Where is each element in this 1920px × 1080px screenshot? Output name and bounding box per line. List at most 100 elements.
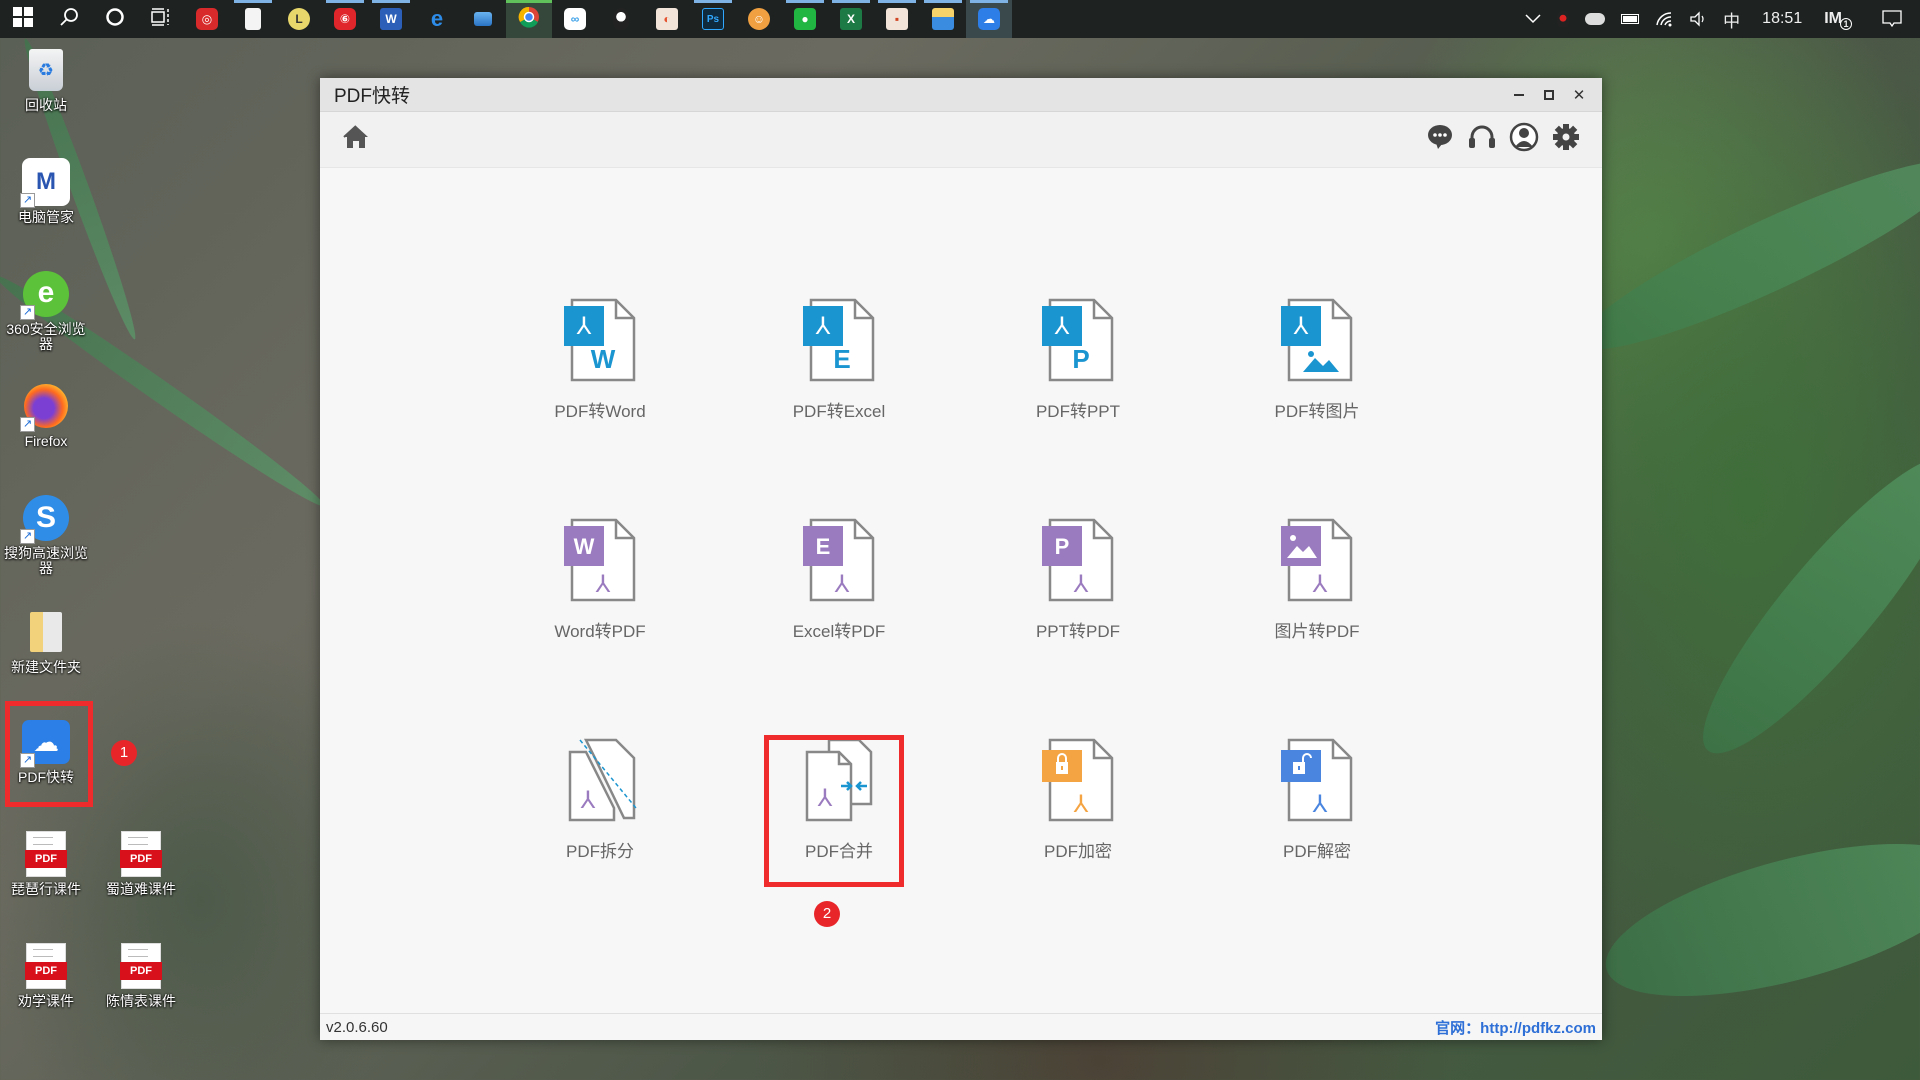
taskbar-wps-ppt[interactable]: ◐ xyxy=(644,0,690,38)
firefox-icon: ↗ xyxy=(20,382,70,432)
system-tray: 中 18:51 IM 1 xyxy=(1517,0,1920,38)
taskbar-explorer[interactable] xyxy=(920,0,966,38)
desktop-icon-label: 回收站 xyxy=(25,97,67,113)
desktop-icon-pdf-file[interactable]: PDF 陈情表课件 xyxy=(95,942,187,1009)
taskbar-app-l[interactable]: L xyxy=(276,0,322,38)
svg-text:W: W xyxy=(591,344,616,374)
battery-icon[interactable] xyxy=(1613,14,1647,24)
tool-label: PDF转图片 xyxy=(1274,402,1360,421)
tool-ppt-to-pdf[interactable]: P ⅄ PPT转PDF xyxy=(1008,518,1148,658)
tool-pdf-to-image[interactable]: ⅄ PDF转图片 xyxy=(1247,298,1387,438)
tool-word-to-pdf[interactable]: W ⅄ Word转PDF xyxy=(530,518,670,658)
tool-pdf-encrypt[interactable]: ⅄ PDF加密 xyxy=(1008,738,1148,878)
im-notification-icon[interactable]: IM 1 xyxy=(1816,8,1860,30)
maximize-button[interactable] xyxy=(1534,78,1564,112)
chrome-icon xyxy=(518,6,540,33)
shortcut-arrow-icon: ↗ xyxy=(20,417,35,432)
toolbar xyxy=(320,112,1602,168)
word-icon: W xyxy=(380,8,402,30)
desktop-icon-pc-manager[interactable]: M ↗ 电脑管家 xyxy=(0,158,92,225)
ime-indicator[interactable]: 中 xyxy=(1715,7,1748,32)
minimize-button[interactable] xyxy=(1504,78,1534,112)
taskbar-computer[interactable] xyxy=(460,0,506,38)
computer-icon xyxy=(474,12,492,26)
version-label: v2.0.6.60 xyxy=(326,1018,388,1036)
title-bar[interactable]: PDF快转 ✕ xyxy=(320,78,1602,112)
tool-label: PDF转Excel xyxy=(792,402,886,421)
chevron-up-icon[interactable] xyxy=(1517,14,1549,24)
shortcut-arrow-icon: ↗ xyxy=(20,193,35,208)
action-center-icon[interactable] xyxy=(1860,10,1920,28)
tool-pdf-to-excel[interactable]: ⅄ E PDF转Excel xyxy=(769,298,909,438)
word-to-pdf-icon: W ⅄ xyxy=(562,518,638,607)
tool-label: PDF拆分 xyxy=(566,842,634,861)
tool-pdf-split[interactable]: ⅄ PDF拆分 xyxy=(530,738,670,878)
close-button[interactable]: ✕ xyxy=(1564,78,1594,112)
sogou-browser-icon: S ↗ xyxy=(20,494,70,544)
taskbar-chrome[interactable] xyxy=(506,0,552,38)
netease-music-icon: ⑥ xyxy=(334,8,356,30)
tool-excel-to-pdf[interactable]: E ⅄ Excel转PDF xyxy=(769,518,909,658)
svg-text:E: E xyxy=(816,534,831,559)
desktop-icon-pdf-file[interactable]: PDF 劝学课件 xyxy=(0,942,92,1009)
website-link[interactable]: 官网：http://pdfkz.com xyxy=(1435,1017,1596,1038)
tool-pdf-to-ppt[interactable]: ⅄ P PDF转PPT xyxy=(1008,298,1148,438)
taskbar-file[interactable] xyxy=(230,0,276,38)
wifi-icon[interactable] xyxy=(1647,11,1681,27)
wallpaper-leaf xyxy=(1673,430,1920,780)
tool-pdf-to-word[interactable]: ⅄ W PDF转Word xyxy=(530,298,670,438)
wechat-icon: ● xyxy=(794,8,816,30)
cortana-button[interactable] xyxy=(92,0,138,38)
start-button[interactable] xyxy=(0,0,46,38)
desktop-icon-360-browser[interactable]: e ↗ 360安全浏览器 xyxy=(0,270,92,352)
svg-text:P: P xyxy=(1055,534,1070,559)
taskbar-ppt[interactable]: ▪ xyxy=(874,0,920,38)
support-button[interactable] xyxy=(1468,125,1496,154)
account-button[interactable] xyxy=(1509,122,1539,154)
taskbar-qq[interactable] xyxy=(598,0,644,38)
taskbar-photoshop[interactable]: Ps xyxy=(690,0,736,38)
taskbar-pdf-kuaizhuan[interactable]: ☁ xyxy=(966,0,1012,38)
taskbar-wechat[interactable]: ● xyxy=(782,0,828,38)
svg-text:⅄: ⅄ xyxy=(576,312,592,340)
pdf-decrypt-icon: ⅄ xyxy=(1279,738,1355,827)
tool-image-to-pdf[interactable]: ⅄ 图片转PDF xyxy=(1247,518,1387,658)
task-view-icon xyxy=(150,7,172,32)
taskbar-word[interactable]: W xyxy=(368,0,414,38)
pdf-kuaizhuan-window: PDF快转 ✕ ⅄ W PDF转Word ⅄ E PDF转Excel ⅄ P P… xyxy=(320,78,1602,1040)
taskbar-game[interactable]: ☺ xyxy=(736,0,782,38)
website-label: 官网： xyxy=(1435,1019,1481,1037)
task-view-button[interactable] xyxy=(138,0,184,38)
search-button[interactable] xyxy=(46,0,92,38)
taskbar-edge[interactable]: e xyxy=(414,0,460,38)
tool-label: PPT转PDF xyxy=(1035,622,1121,641)
home-button[interactable] xyxy=(342,125,370,154)
pdf-file-icon: PDF xyxy=(117,830,165,878)
desktop-icon-firefox[interactable]: ↗ Firefox xyxy=(0,382,92,449)
volume-icon[interactable] xyxy=(1681,11,1715,27)
settings-button[interactable] xyxy=(1552,124,1580,154)
chat-icon xyxy=(1427,124,1453,155)
tool-pdf-decrypt[interactable]: ⅄ PDF解密 xyxy=(1247,738,1387,878)
baidu-netdisk-icon: ∞ xyxy=(564,8,586,30)
chat-button[interactable] xyxy=(1426,124,1454,155)
desktop-icon-pdf-file[interactable]: PDF 蜀道难课件 xyxy=(95,830,187,897)
taskbar-netease-music[interactable]: ⑥ xyxy=(322,0,368,38)
desktop-icon-pdf-file[interactable]: PDF 琵琶行课件 xyxy=(0,830,92,897)
taskbar-baidu-netdisk[interactable]: ∞ xyxy=(552,0,598,38)
step-badge-1: 1 xyxy=(111,740,137,766)
desktop-icon-sogou-browser[interactable]: S ↗ 搜狗高速浏览器 xyxy=(0,494,92,576)
qq-tray-icon[interactable] xyxy=(1549,11,1577,27)
taskbar-app-red[interactable]: ◎ xyxy=(184,0,230,38)
desktop-icon-new-folder[interactable]: 新建文件夹 xyxy=(0,608,92,675)
pdf-encrypt-icon: ⅄ xyxy=(1040,738,1116,827)
cloud-icon[interactable] xyxy=(1577,13,1613,25)
svg-text:⅄: ⅄ xyxy=(595,570,611,598)
excel-to-pdf-icon: E ⅄ xyxy=(801,518,877,607)
desktop-icon-recycle-bin[interactable]: ♻ 回收站 xyxy=(0,46,92,113)
clock[interactable]: 18:51 xyxy=(1748,10,1816,28)
pdf-file-icon: PDF xyxy=(22,830,70,878)
taskbar-excel[interactable]: X xyxy=(828,0,874,38)
window-title: PDF快转 xyxy=(334,86,411,107)
desktop-icon-label: 琵琶行课件 xyxy=(11,881,81,897)
